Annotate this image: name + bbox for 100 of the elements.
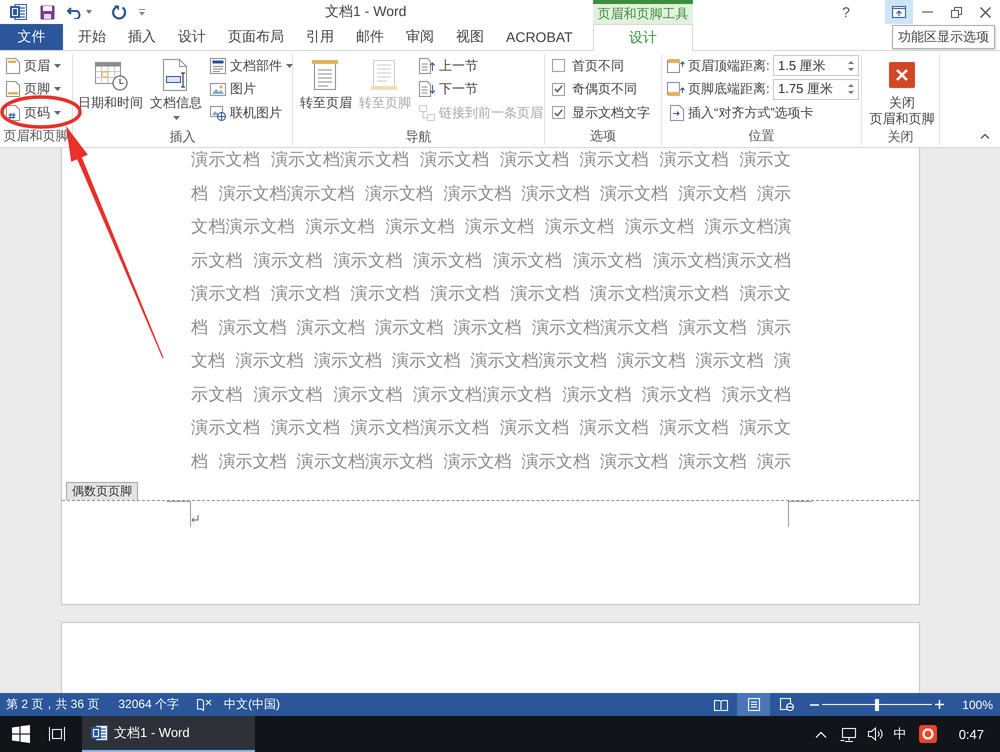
ribbon-large-button[interactable]: 日期和时间 bbox=[76, 54, 145, 128]
ribbon-tab[interactable]: 插入 bbox=[117, 24, 167, 50]
checkbox[interactable] bbox=[552, 59, 565, 72]
field-label: 页脚底端距离: bbox=[688, 80, 770, 98]
word-count[interactable]: 32064 个字 bbox=[118, 696, 180, 713]
monitor-icon[interactable] bbox=[840, 726, 856, 742]
view-button[interactable] bbox=[737, 693, 770, 716]
window-title: 文档1 - Word bbox=[325, 3, 408, 21]
ribbon-button[interactable]: 插入“对齐方式”选项卡 bbox=[667, 101, 859, 124]
link-icon bbox=[419, 104, 435, 121]
ribbon-tab[interactable]: 引用 bbox=[295, 24, 345, 50]
save-icon[interactable] bbox=[40, 4, 55, 20]
book-icon[interactable] bbox=[197, 698, 212, 711]
taskbar-app-button[interactable]: 文档1 - Word bbox=[82, 716, 255, 752]
circular-arrow-icon[interactable] bbox=[112, 4, 127, 20]
ribbon-large-button[interactable]: 关闭页眉和页脚 bbox=[867, 54, 937, 128]
tool-header: 页眉和页脚工具 bbox=[593, 0, 693, 24]
group-label: 位置 bbox=[748, 127, 776, 145]
start-icon[interactable] bbox=[12, 725, 30, 743]
page-number-icon bbox=[6, 104, 20, 121]
restore-icon[interactable] bbox=[951, 6, 962, 18]
close-icon bbox=[889, 62, 915, 88]
minimize-icon[interactable] bbox=[922, 11, 933, 13]
corner-mark-icon bbox=[167, 501, 191, 527]
close-icon[interactable] bbox=[980, 6, 991, 18]
page-count[interactable]: 第 2 页，共 36 页 bbox=[6, 696, 100, 713]
page-down-arrow-icon bbox=[419, 81, 435, 98]
ribbon-tab[interactable]: 邮件 bbox=[345, 24, 395, 50]
speaker-icon[interactable] bbox=[868, 727, 884, 741]
caret-icon bbox=[172, 116, 180, 120]
chevron-up-icon[interactable] bbox=[980, 133, 990, 139]
caret-icon bbox=[54, 64, 61, 68]
spin-arrows-icon[interactable] bbox=[848, 83, 854, 96]
ribbon-button[interactable]: 页眉 bbox=[3, 54, 64, 78]
document-field-icon bbox=[162, 58, 190, 92]
ribbon-tab[interactable]: 设计 bbox=[167, 24, 217, 50]
group-label: 关闭 bbox=[886, 128, 914, 145]
ribbon-button[interactable]: 联机图片 bbox=[207, 101, 296, 124]
ribbon-button[interactable]: 文档部件 bbox=[207, 54, 296, 78]
help-button[interactable]: ? bbox=[836, 0, 856, 24]
undo-icon[interactable] bbox=[67, 6, 83, 18]
ribbon-button[interactable]: 下一节 bbox=[416, 78, 546, 101]
checkbox[interactable] bbox=[552, 82, 565, 96]
page-icon bbox=[748, 698, 760, 711]
checkbox-label[interactable]: 奇偶页不同 bbox=[572, 80, 637, 98]
caret-icon[interactable] bbox=[86, 10, 92, 14]
page-up-arrow-icon bbox=[419, 58, 435, 74]
ribbon-options-button[interactable] bbox=[885, 0, 913, 24]
globe-picture-icon bbox=[210, 104, 226, 121]
ribbon-button[interactable]: 图片 bbox=[207, 78, 296, 101]
ribbon-button[interactable]: 页脚 bbox=[3, 78, 64, 101]
page-lines-icon bbox=[370, 59, 400, 91]
document-tile-icon[interactable] bbox=[10, 4, 27, 20]
calendar-clock-icon bbox=[94, 59, 128, 91]
slider-thumb[interactable] bbox=[875, 698, 879, 710]
open-book-icon bbox=[714, 698, 728, 710]
document-tile-icon bbox=[91, 725, 108, 741]
ribbon-tab[interactable]: 开始 bbox=[67, 24, 117, 50]
corner-mark-icon bbox=[788, 501, 812, 527]
ribbon-tab[interactable]: 视图 bbox=[445, 24, 495, 50]
web-page-icon bbox=[780, 698, 794, 711]
page-lines-icon bbox=[311, 59, 341, 91]
checkbox-label[interactable]: 首页不同 bbox=[572, 56, 624, 75]
task-view-icon[interactable] bbox=[48, 726, 66, 742]
ribbon-tab[interactable]: 页面布局 bbox=[217, 24, 295, 50]
ribbon-large-button[interactable]: 文档信息 bbox=[148, 54, 204, 128]
paragraph-mark-icon bbox=[191, 515, 199, 523]
zoom-level[interactable]: 100% bbox=[962, 698, 993, 712]
field-label: 页眉顶端距离: bbox=[688, 56, 770, 75]
ribbon-tab[interactable]: 文件 bbox=[0, 24, 63, 50]
spin-field[interactable]: 1.5 厘米 bbox=[773, 55, 859, 76]
margin-arrow-icon bbox=[667, 81, 685, 98]
ribbon-tab[interactable]: 审阅 bbox=[395, 24, 445, 50]
page-icon bbox=[6, 81, 20, 98]
footer-label: 偶数页页脚 bbox=[66, 482, 138, 500]
ribbon-tab[interactable]: ACROBAT bbox=[495, 24, 584, 50]
caret-icon bbox=[286, 64, 293, 68]
dropdown-icon[interactable] bbox=[139, 8, 145, 16]
minus-icon[interactable] bbox=[810, 704, 819, 706]
ribbon-button[interactable]: 页码 bbox=[3, 101, 64, 124]
spin-field[interactable]: 1.75 厘米 bbox=[773, 78, 859, 100]
document-paragraph: 演示文档 演示文档演示文档 演示文档 演示文档 演示文档 演示文档 演示文 档 演示文档演示文档 演示文档 演示文档 演示文档 演示文档 演示文档 演示 文档演示文档 演示文档 演示文档 演示文档 演示文档 演示文档 演示文档演 示文档 演示文档 演示文档 演示文档 演示文档 演示文档 演示文档演示文档 演示文档 演示文档 演示文档 演示文档 演示文档 演示文档演示文档 演示文 档 演示文档 演示文档 演示文档 演示文档 演示文档演示文档 演示文档 演示 文档 演示文档 演示文档 演示文档 演示文档演示文档 演示文档 演示文档 演 示文档 演示文档 演示文档 演示文档演示文档 演示文档 演示文档 演示文档 演示文档 演示文档 演示文档演示文档 演示文档 演示文档 演示文档 演示文 档 演示文档 演示文档演示文档 演示文档 演示文档 演示文档 演示文档 演示 bbox=[191, 149, 791, 472]
ribbon-button[interactable]: 上一节 bbox=[416, 54, 546, 78]
ribbon-large-button[interactable]: 转至页眉 bbox=[298, 54, 354, 128]
page-icon bbox=[6, 58, 20, 74]
picture-icon bbox=[210, 81, 226, 98]
group-label: 页眉和页脚 bbox=[2, 127, 70, 145]
caret-icon bbox=[54, 87, 61, 92]
tooltip: 功能区显示选项 bbox=[892, 25, 995, 49]
clock[interactable]: 0:47 bbox=[958, 726, 984, 742]
checkbox-label[interactable]: 显示文档文字 bbox=[572, 104, 650, 122]
input-method-indicator[interactable]: 中 bbox=[894, 725, 907, 743]
input-method-icon[interactable] bbox=[918, 725, 937, 743]
page-arrow-icon bbox=[670, 104, 684, 121]
group-label: 插入 bbox=[168, 128, 196, 145]
spin-arrows-icon[interactable] bbox=[848, 60, 854, 72]
language[interactable]: 中文(中国) bbox=[224, 696, 280, 713]
checkbox[interactable] bbox=[552, 106, 565, 120]
ribbon-tab[interactable]: 设计 bbox=[593, 24, 693, 51]
plus-icon[interactable] bbox=[935, 700, 944, 709]
